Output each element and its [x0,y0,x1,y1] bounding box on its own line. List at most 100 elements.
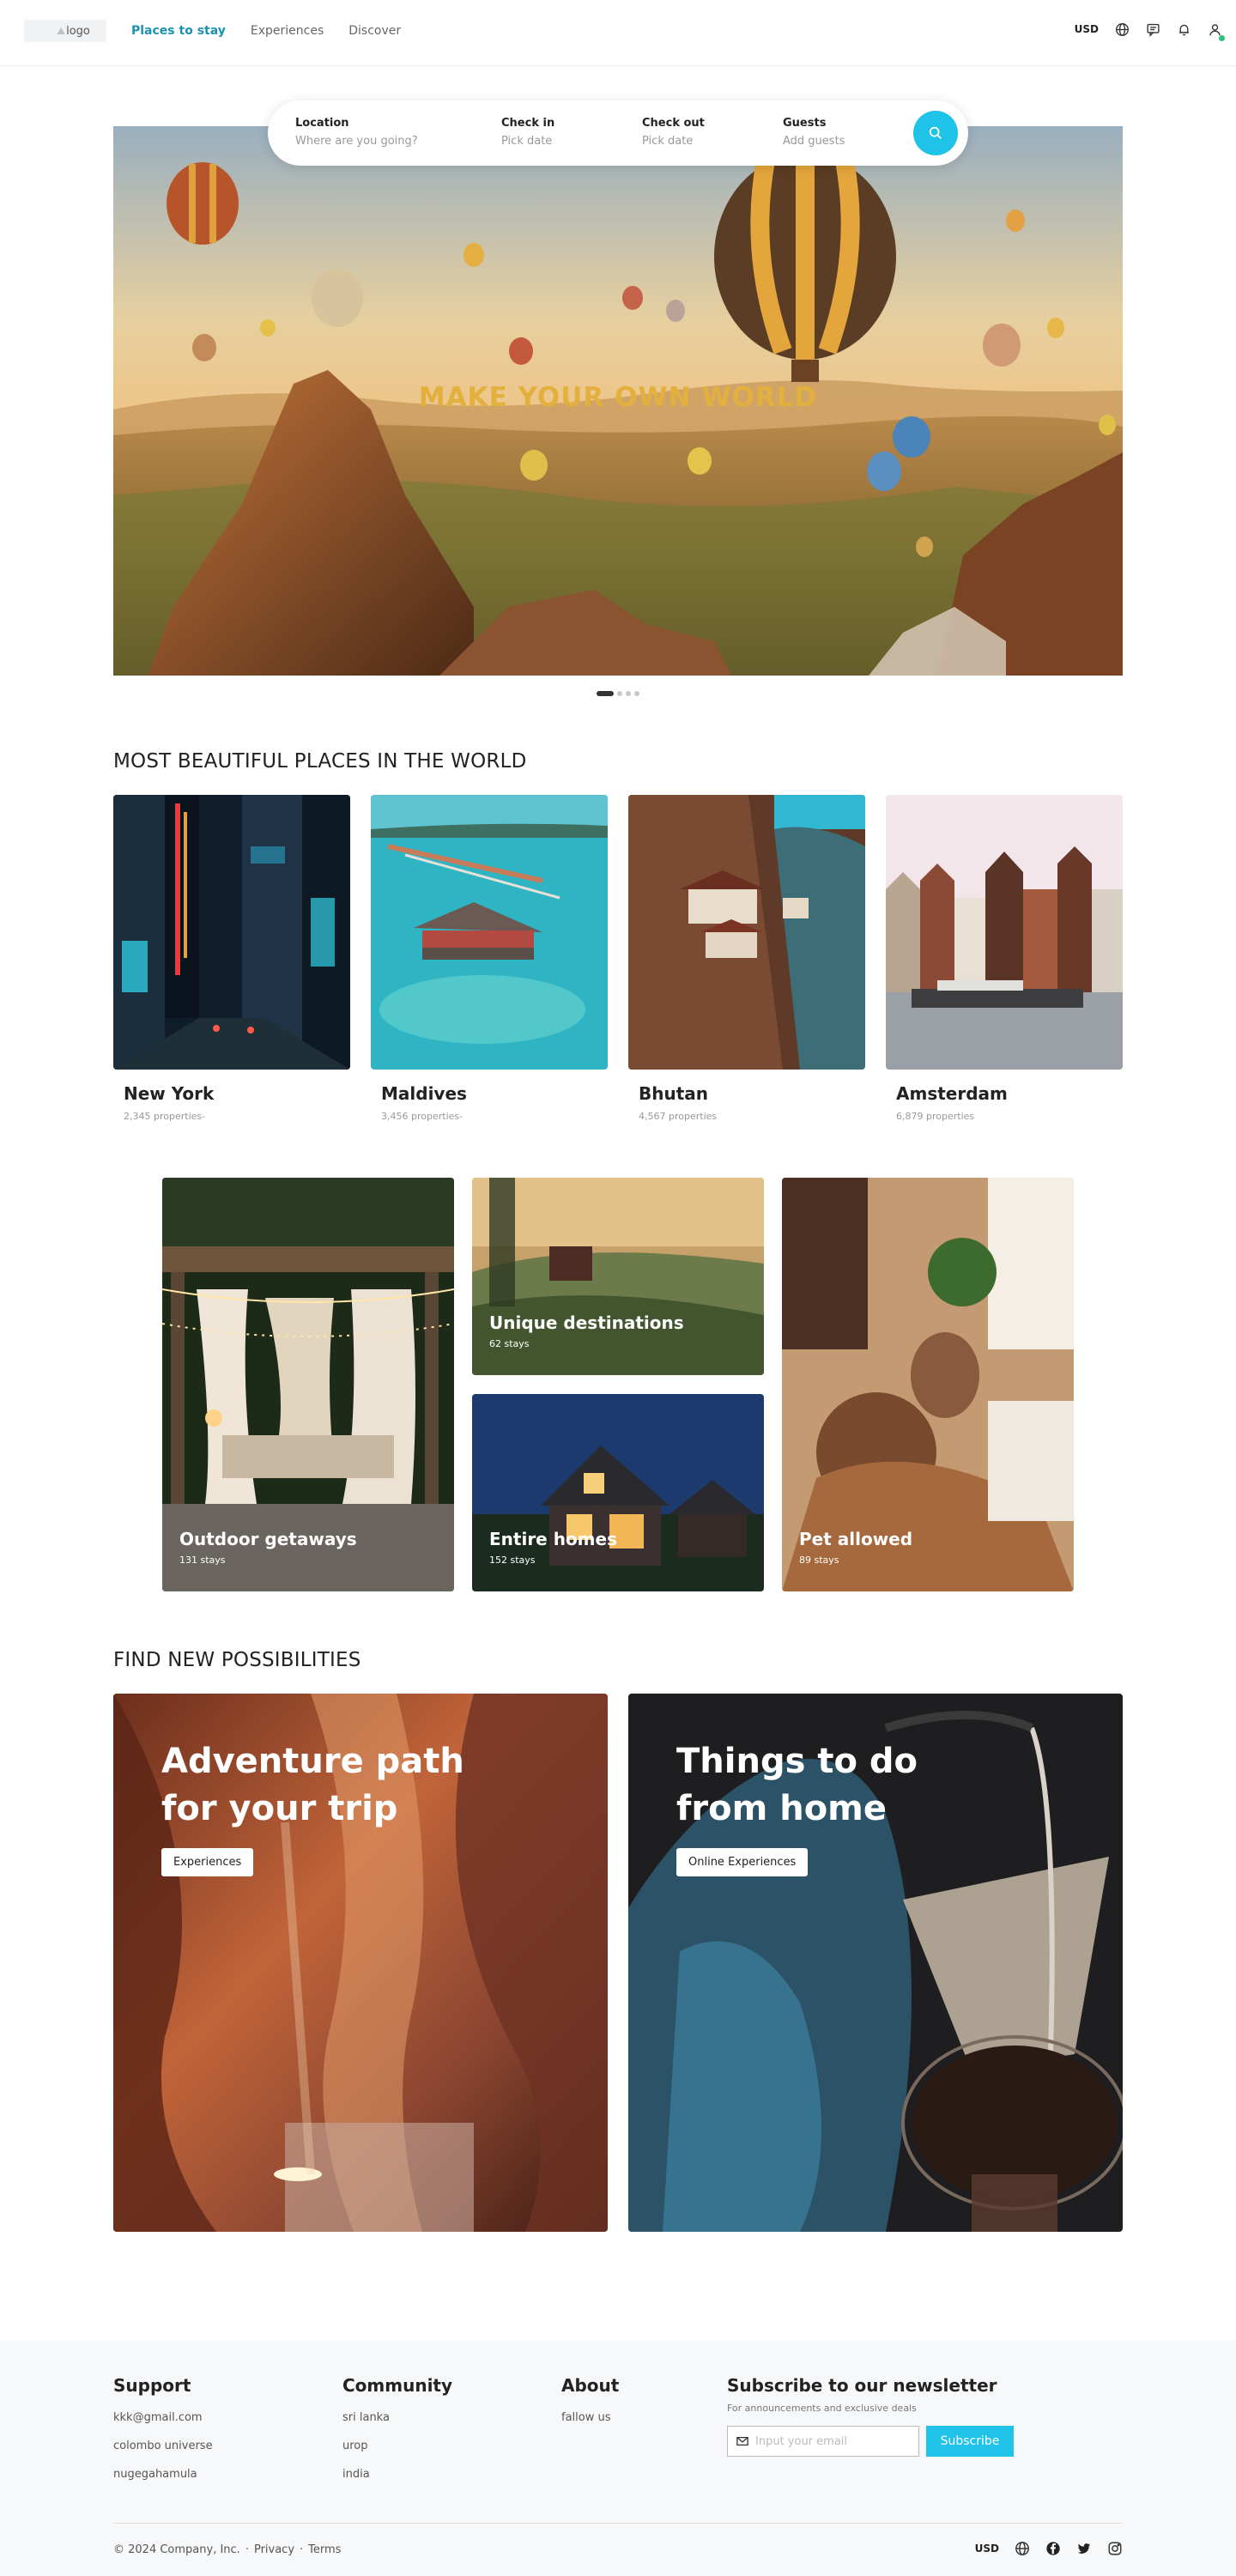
search-check-out[interactable]: Check out Pick date [642,117,705,148]
place-count: 6,879 properties [896,1111,975,1122]
footer-support-title: Support [113,2375,191,2396]
footer-link[interactable]: kkk@gmail.com [113,2411,213,2424]
footer-community: Community sri lanka urop india [342,2375,452,2481]
category-outdoor-getaways[interactable]: Outdoor getaways 131 stays [162,1178,454,1591]
places-section-title: MOST BEAUTIFUL PLACES IN THE WORLD [113,750,527,773]
footer-legal: © 2024 Company, Inc. · Privacy · Terms [113,2543,342,2556]
possibilities-section-title: FIND NEW POSSIBILITIES [113,1649,361,1671]
search-check-out-input[interactable]: Pick date [642,135,705,148]
place-name: New York [124,1083,215,1104]
search-guests-label: Guests [783,117,827,130]
place-image [886,795,1123,1070]
place-count: 3,456 properties- [381,1111,464,1122]
search-check-in[interactable]: Check in Pick date [501,117,554,148]
currency-selector[interactable]: USD [1075,23,1099,35]
footer-link[interactable]: fallow us [561,2411,619,2424]
category-count: 152 stays [489,1555,536,1566]
place-count: 2,345 properties- [124,1111,206,1122]
footer-support: Support kkk@gmail.com colombo universe n… [113,2375,213,2481]
category-pet-allowed[interactable]: Pet allowed 89 stays [782,1178,1074,1591]
category-caption: Unique destinations 62 stays [489,1312,684,1349]
place-image [628,795,865,1070]
search-guests-input[interactable]: Add guests [783,135,845,148]
footer-divider [113,2523,1123,2524]
carousel-dot-1[interactable] [597,691,614,696]
category-title: Unique destinations [489,1312,684,1333]
copyright: © 2024 Company, Inc. [113,2543,240,2556]
place-image [113,795,350,1070]
footer-link[interactable]: india [342,2468,452,2481]
header-actions: USD [1075,21,1225,41]
category-title: Pet allowed [799,1529,913,1549]
footer-link[interactable]: nugegahamula [113,2468,213,2481]
category-caption: Pet allowed 89 stays [799,1529,912,1566]
categories-grid: Outdoor getaways 131 stays Unique destin… [162,1178,1074,1591]
terms-link[interactable]: Terms [308,2543,341,2556]
footer-about-title: About [561,2375,620,2396]
card-adventure-path[interactable]: Adventure path for your trip Experiences [113,1694,608,2232]
search-check-in-input[interactable]: Pick date [501,135,554,148]
footer-about: About fallow us [561,2375,619,2424]
instagram-icon[interactable] [1107,2541,1123,2556]
footer-link[interactable]: sri lanka [342,2411,452,2424]
user-icon[interactable] [1207,21,1225,41]
newsletter-form: Input your email Subscribe [727,2426,1014,2457]
privacy-link[interactable]: Privacy [254,2543,294,2556]
footer-newsletter: Subscribe to our newsletter For announce… [727,2375,1014,2457]
search-icon [929,126,942,139]
globe-icon[interactable] [1015,2541,1030,2556]
carousel-dot-3[interactable] [626,691,631,696]
search-button[interactable] [913,111,958,155]
nav-experiences[interactable]: Experiences [251,24,324,38]
carousel-dot-2[interactable] [617,691,622,696]
place-card-maldives[interactable]: Maldives 3,456 properties- [371,795,608,1122]
footer-link[interactable]: urop [342,2440,452,2452]
newsletter-email-input[interactable]: Input your email [727,2426,919,2457]
place-card-amsterdam[interactable]: Amsterdam 6,879 properties [886,795,1123,1122]
category-entire-homes[interactable]: Entire homes 152 stays [472,1394,764,1591]
hero-section: Location Where are you going? Check in P… [0,66,1236,703]
search-location-input[interactable]: Where are you going? [295,135,418,148]
category-unique-destinations[interactable]: Unique destinations 62 stays [472,1178,764,1375]
place-image [371,795,608,1070]
place-name: Amsterdam [896,1083,1008,1104]
search-check-in-label: Check in [501,117,555,130]
search-location[interactable]: Location Where are you going? [295,117,418,148]
places-grid: New York 2,345 properties- Maldives 3,45… [113,795,1123,1130]
carousel-dot-4[interactable] [634,691,639,696]
footer-link[interactable]: colombo universe [113,2440,213,2452]
place-card-bhutan[interactable]: Bhutan 4,567 properties [628,795,865,1122]
search-check-out-label: Check out [642,117,705,130]
logo[interactable]: ⛰ logo [24,20,106,42]
place-card-new-york[interactable]: New York 2,345 properties- [113,795,350,1122]
facebook-icon[interactable] [1045,2541,1061,2556]
chat-icon[interactable] [1145,21,1160,37]
nav-discover[interactable]: Discover [348,24,401,38]
hero-title: MAKE YOUR OWN WORLD [418,382,818,413]
place-name: Maldives [381,1083,467,1104]
possibilities-grid: Adventure path for your trip Experiences… [113,1694,1123,2232]
category-count: 62 stays [489,1338,530,1349]
subscribe-button[interactable]: Subscribe [926,2426,1014,2457]
category-caption: Entire homes 152 stays [489,1529,617,1566]
category-count: 131 stays [179,1555,226,1566]
category-title: Outdoor getaways [179,1529,357,1549]
main-nav: Places to stay Experiences Discover [131,24,401,38]
newsletter-placeholder: Input your email [755,2434,848,2448]
footer: Support kkk@gmail.com colombo universe n… [0,2341,1236,2576]
online-experiences-button[interactable]: Online Experiences [676,1848,809,1876]
bell-icon[interactable] [1176,21,1191,37]
category-title: Entire homes [489,1529,617,1549]
nav-places-to-stay[interactable]: Places to stay [131,24,226,38]
footer-actions: USD [975,2541,1123,2556]
hero-banner: MAKE YOUR OWN WORLD [113,126,1123,676]
twitter-icon[interactable] [1076,2541,1092,2556]
globe-icon[interactable] [1114,21,1130,37]
footer-currency-selector[interactable]: USD [975,2543,999,2555]
place-name: Bhutan [639,1083,709,1104]
footer-community-title: Community [342,2375,453,2396]
search-guests[interactable]: Guests Add guests [783,117,845,148]
card-things-to-do[interactable]: Things to do from home Online Experience… [628,1694,1123,2232]
experiences-button[interactable]: Experiences [161,1848,254,1876]
category-count: 89 stays [799,1555,839,1566]
